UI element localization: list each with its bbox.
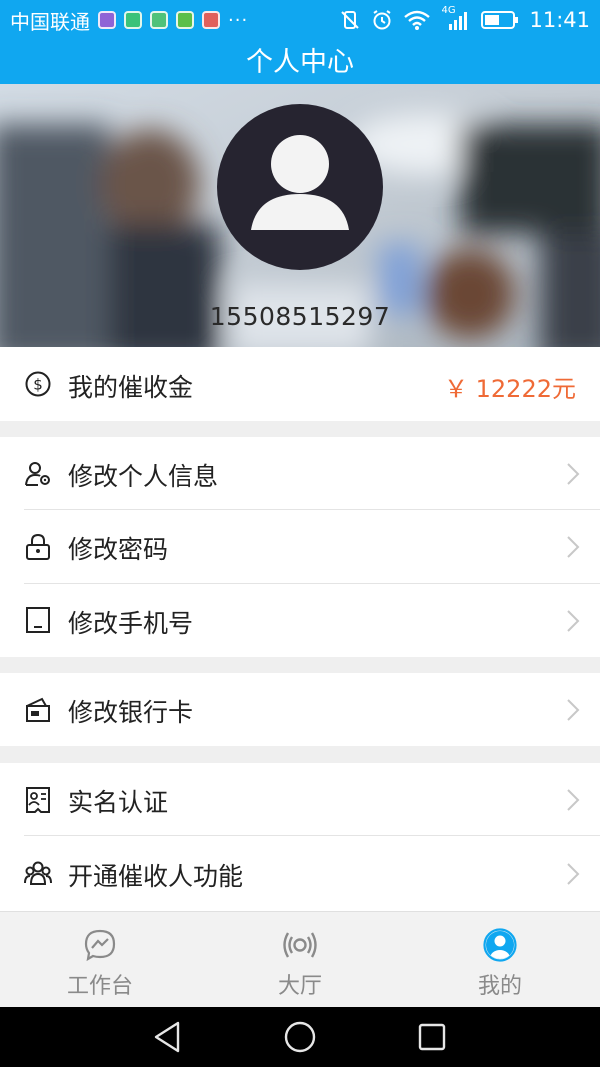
tab-mine[interactable]: 我的: [400, 912, 600, 1008]
user-silhouette-icon: [251, 135, 349, 230]
status-bar: 中国联通 ··· 4G 11:41: [0, 0, 600, 40]
chevron-right-icon: [567, 610, 580, 632]
lock-icon: [26, 533, 50, 560]
phone-icon: [26, 607, 50, 633]
balance-amount: ￥ 12222元: [444, 375, 576, 403]
messenger-bolt-icon: [84, 929, 116, 962]
app-icon: [176, 11, 194, 29]
menu-item-label: 开通催收人功能: [68, 862, 244, 891]
clock: 11:41: [529, 8, 590, 32]
chevron-right-icon: [567, 463, 580, 485]
chevron-right-icon: [567, 863, 580, 885]
menu-item-real-name-auth[interactable]: 实名认证: [0, 763, 600, 836]
page-title: 个人中心: [246, 47, 354, 78]
avatar[interactable]: [217, 104, 383, 270]
card-icon: [124, 11, 142, 29]
profile-banner: 15508515297: [0, 84, 600, 347]
balance-label: 我的催收金: [68, 373, 194, 402]
menu-item-change-bank-card[interactable]: 修改银行卡: [0, 673, 600, 746]
battery-icon: [481, 11, 519, 29]
tab-workbench[interactable]: 工作台: [0, 912, 200, 1008]
user-group-icon: [24, 861, 52, 885]
vibrate-off-icon: [341, 11, 360, 29]
dollar-coin-icon: $: [25, 371, 51, 397]
tab-label: 大厅: [277, 974, 322, 999]
broadcast-icon: [283, 932, 317, 958]
gallery-icon: [98, 11, 116, 29]
menu-item-label: 实名认证: [68, 788, 169, 817]
wifi-icon: [404, 10, 431, 30]
svg-text:$: $: [33, 376, 43, 394]
blocked-app-icon: [202, 11, 220, 29]
chevron-right-icon: [567, 789, 580, 811]
bank-card-wallet-icon: [26, 697, 50, 722]
menu-item-change-password[interactable]: 修改密码: [0, 510, 600, 584]
alarm-icon: [373, 10, 392, 30]
home-icon[interactable]: [282, 1019, 318, 1055]
back-icon[interactable]: [150, 1019, 186, 1055]
chevron-right-icon: [567, 536, 580, 558]
system-navigation-bar: [0, 1007, 600, 1067]
balance-row[interactable]: $ 我的催收金 ￥ 12222元: [0, 347, 600, 421]
menu-item-edit-profile[interactable]: 修改个人信息: [0, 437, 600, 510]
id-card-icon: [26, 787, 50, 813]
user-settings-icon: [25, 462, 50, 486]
user-phone: 15508515297: [209, 302, 391, 331]
signal-icon: 4G: [441, 5, 471, 32]
recents-icon[interactable]: [414, 1019, 450, 1055]
chevron-right-icon: [567, 699, 580, 721]
notes-icon: [150, 11, 168, 29]
menu-item-enable-collector[interactable]: 开通催收人功能: [0, 836, 600, 911]
menu-item-label: 修改手机号: [68, 609, 194, 638]
menu-item-label: 修改银行卡: [68, 698, 194, 727]
menu-item-label: 修改个人信息: [68, 462, 219, 491]
tab-label: 工作台: [66, 974, 133, 999]
user-circle-icon: [483, 928, 517, 962]
bottom-tab-bar: 工作台 大厅 我的: [0, 911, 600, 1007]
more-notifications: ···: [228, 9, 249, 31]
carrier-name: 中国联通: [10, 9, 90, 34]
title-bar: 个人中心: [0, 40, 600, 84]
tab-label: 我的: [477, 974, 522, 999]
tab-hall[interactable]: 大厅: [200, 912, 400, 1008]
menu-item-label: 修改密码: [68, 535, 169, 564]
menu-item-change-phone[interactable]: 修改手机号: [0, 584, 600, 657]
